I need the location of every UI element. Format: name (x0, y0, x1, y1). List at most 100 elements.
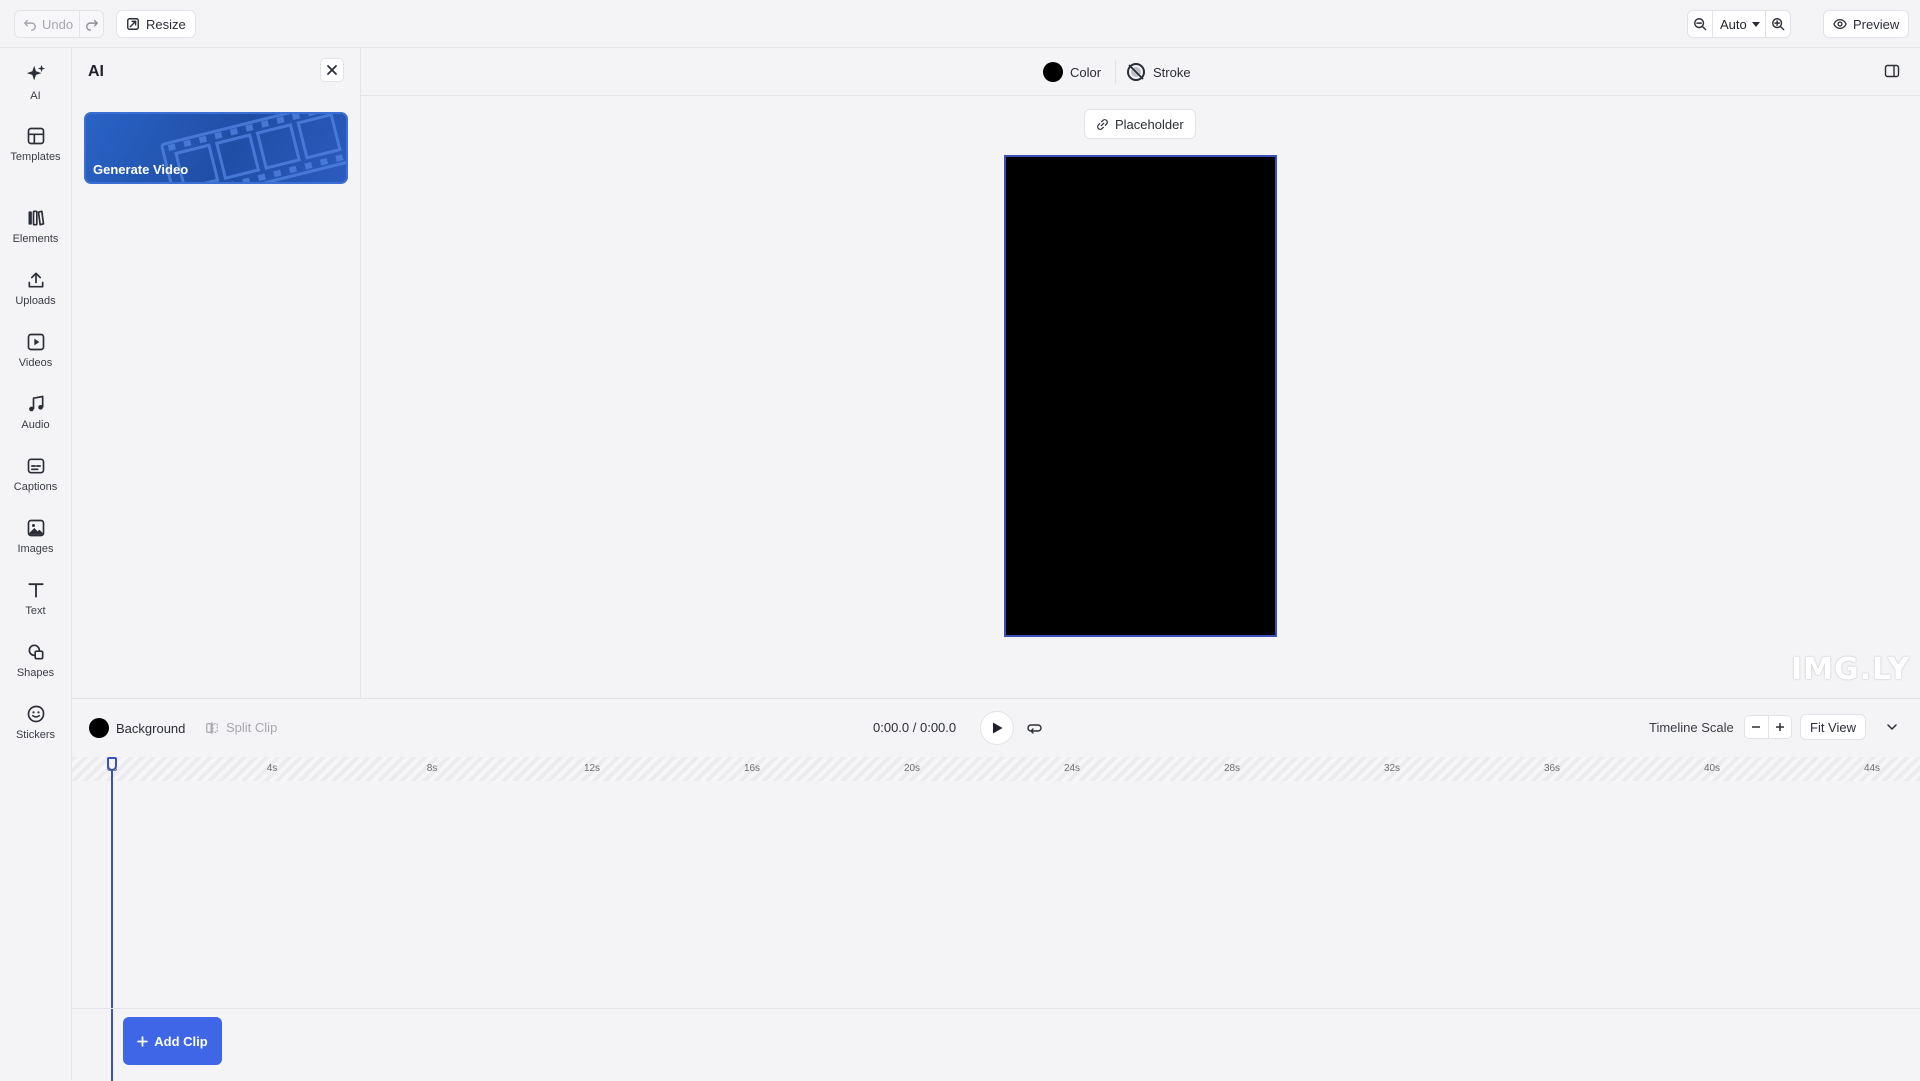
timeline-scale-text: Timeline Scale (1649, 720, 1734, 735)
redo-button[interactable] (79, 11, 103, 37)
rail-item-images[interactable]: Images (0, 508, 71, 564)
upload-icon (28, 272, 44, 287)
caret-down-icon (1752, 22, 1760, 27)
collapse-timeline-button[interactable] (1885, 720, 1901, 736)
rail-item-shapes[interactable]: Shapes (0, 632, 71, 688)
link-icon (1097, 118, 1108, 130)
rail-label: Stickers (15, 728, 56, 741)
chevron-down-icon (1887, 724, 1897, 730)
generate-video-label: Generate Video (93, 162, 189, 177)
zoom-in-icon (1772, 18, 1785, 31)
color-button[interactable]: Color (1043, 60, 1101, 84)
rail-label: Shapes (16, 666, 55, 679)
rail-item-stickers[interactable]: Stickers (0, 694, 71, 750)
loop-button[interactable] (1027, 720, 1043, 736)
split-icon (206, 721, 218, 734)
placeholder-button[interactable]: Placeholder (1084, 109, 1196, 139)
zoom-out-icon (1694, 18, 1707, 31)
imgly-watermark: IMG.LY (1791, 652, 1911, 687)
rail-item-videos[interactable]: Videos (0, 322, 71, 378)
ruler-tick: 8s (426, 763, 438, 774)
zoom-out-button[interactable] (1688, 11, 1712, 37)
split-clip-label: Split Clip (226, 720, 278, 735)
rail-item-audio[interactable]: Audio (0, 384, 71, 440)
resize-button[interactable]: Resize (116, 10, 196, 38)
left-rail: AI Templates Elements Uploads Videos Aud… (0, 48, 72, 1080)
playhead-handle[interactable] (107, 757, 117, 771)
zoom-control: Auto (1687, 10, 1791, 38)
close-panel-button[interactable] (320, 58, 344, 82)
undo-label: Undo (42, 16, 74, 32)
resize-icon (127, 18, 139, 30)
generate-video-card[interactable]: Generate Video (84, 112, 348, 184)
zoom-select[interactable]: Auto (1712, 11, 1766, 37)
redo-icon (85, 19, 98, 31)
shapes-icon (28, 644, 44, 659)
rail-item-elements[interactable]: Elements (0, 198, 71, 254)
rail-label: Audio (21, 418, 50, 431)
scale-increase-button[interactable] (1769, 716, 1792, 738)
timeline-ruler[interactable]: 0s 4s 8s 12s 16s 20s 24s 28s 32s 36s 40s… (72, 757, 1920, 781)
music-note-icon (28, 395, 44, 411)
preview-button[interactable]: Preview (1823, 10, 1910, 38)
zoom-in-button[interactable] (1766, 11, 1790, 37)
fit-view-button[interactable]: Fit View (1800, 714, 1866, 740)
text-icon (27, 582, 44, 598)
captions-icon (27, 458, 44, 473)
stroke-label: Stroke (1153, 64, 1191, 80)
rail-label: Text (25, 604, 46, 617)
timeline-divider (72, 1008, 1920, 1009)
ruler-tick: 28s (1223, 763, 1241, 774)
placeholder-label: Placeholder (1115, 116, 1184, 132)
eye-icon (1833, 18, 1847, 30)
undo-redo-group: Undo (14, 10, 104, 38)
stroke-none-icon (1127, 63, 1145, 81)
color-label: Color (1070, 64, 1102, 80)
background-swatch (89, 718, 109, 738)
undo-icon (24, 19, 36, 31)
timeline: Background Split Clip 0:00.0 / 0:00.0 Ti… (72, 698, 1920, 1081)
background-button[interactable]: Background (89, 718, 185, 738)
scale-decrease-button[interactable] (1745, 716, 1769, 738)
play-button[interactable] (980, 711, 1014, 745)
ai-panel: AI Generate Video (72, 48, 361, 698)
rail-label: Uploads (15, 294, 56, 307)
fill-toolbar: Color Stroke (361, 48, 1920, 96)
undo-button[interactable]: Undo (16, 11, 80, 37)
rail-label: Elements (12, 232, 59, 245)
color-swatch (1043, 62, 1063, 82)
rail-item-templates[interactable]: Templates (0, 116, 71, 172)
loop-icon (1027, 724, 1042, 734)
rail-item-ai[interactable]: AI (0, 54, 71, 110)
ruler-tick: 40s (1703, 763, 1721, 774)
plus-icon (137, 1035, 149, 1047)
templates-icon (27, 127, 44, 144)
rail-item-text[interactable]: Text (0, 570, 71, 626)
playhead-line[interactable] (111, 757, 113, 1081)
ruler-tick: 12s (583, 763, 601, 774)
preview-label: Preview (1853, 16, 1900, 32)
sidebar-panel-icon (1884, 64, 1900, 78)
canvas-page[interactable] (1004, 155, 1277, 637)
ruler-tick: 44s (1863, 763, 1881, 774)
timeline-scale-label: Timeline Scale (1649, 720, 1734, 735)
ruler-tick: 32s (1383, 763, 1401, 774)
rail-item-captions[interactable]: Captions (0, 446, 71, 502)
ruler-tick: 4s (266, 763, 278, 774)
rail-item-uploads[interactable]: Uploads (0, 260, 71, 316)
toggle-inspector-button[interactable] (1884, 63, 1902, 81)
time-display-text: 0:00.0 / 0:00.0 (873, 720, 957, 735)
minus-icon (1752, 726, 1761, 728)
stroke-button[interactable]: Stroke (1126, 60, 1191, 84)
rail-label: Captions (13, 480, 58, 493)
timeline-scale-control (1744, 715, 1792, 739)
add-clip-button[interactable]: Add Clip (123, 1017, 222, 1065)
close-icon (327, 65, 337, 75)
zoom-value: Auto (1720, 16, 1747, 32)
ruler-tick: 36s (1543, 763, 1561, 774)
rail-label: Images (17, 542, 54, 555)
ruler-tick: 24s (1063, 763, 1081, 774)
time-display: 0:00.0 / 0:00.0 (873, 720, 956, 735)
toolbar-divider (1115, 60, 1116, 84)
split-clip-button[interactable]: Split Clip (205, 720, 277, 735)
